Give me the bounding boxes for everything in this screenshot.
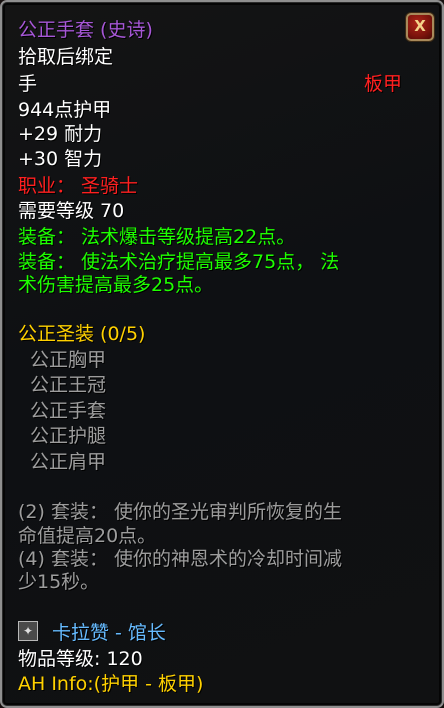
drop-source: 卡拉赞 - 馆长 [52, 622, 166, 644]
item-level: 物品等级: 120 [18, 648, 143, 670]
equip-effect-crit: 装备： 法术爆击等级提高22点。 [18, 226, 296, 248]
curator-boss-icon: ✦ [18, 621, 38, 641]
stat-intellect: +30 智力 [18, 148, 103, 170]
set-piece: 公正护腿 [30, 425, 107, 447]
equip-effect-healing-cont: 术伤害提高最多25点。 [18, 274, 214, 296]
set-bonus-2: (2) 套装： 使你的圣光审判所恢复的生 [18, 501, 342, 523]
class-requirement: 职业： 圣骑士 [18, 175, 139, 197]
item-name: 公正手套 (史诗) [18, 19, 153, 41]
set-title: 公正圣装 (0/5) [18, 323, 146, 345]
equip-slot: 手 [18, 73, 38, 95]
bind-type: 拾取后绑定 [18, 46, 114, 68]
item-tooltip: 公正手套 (史诗) X 拾取后绑定 手 板甲 944点护甲 +29 耐力 +30… [0, 0, 444, 708]
level-requirement: 需要等级 70 [18, 200, 125, 222]
set-bonus-4: (4) 套装： 使你的神恩术的冷却时间减 [18, 548, 342, 570]
set-piece: 公正手套 [30, 400, 107, 422]
set-piece: 公正肩甲 [30, 451, 107, 473]
equip-effect-healing: 装备： 使法术治疗提高最多75点， 法 [18, 251, 340, 273]
ah-info: AH Info:(护甲 - 板甲) [18, 673, 204, 695]
stat-stamina: +29 耐力 [18, 123, 103, 145]
set-bonus-2-cont: 命值提高20点。 [18, 525, 157, 547]
armor-type: 板甲 [363, 73, 402, 95]
set-bonus-4-cont: 少15秒。 [18, 571, 100, 593]
set-piece: 公正胸甲 [30, 349, 107, 371]
set-piece: 公正王冠 [30, 374, 107, 396]
armor-value: 944点护甲 [18, 99, 112, 121]
close-icon[interactable]: X [406, 13, 434, 41]
